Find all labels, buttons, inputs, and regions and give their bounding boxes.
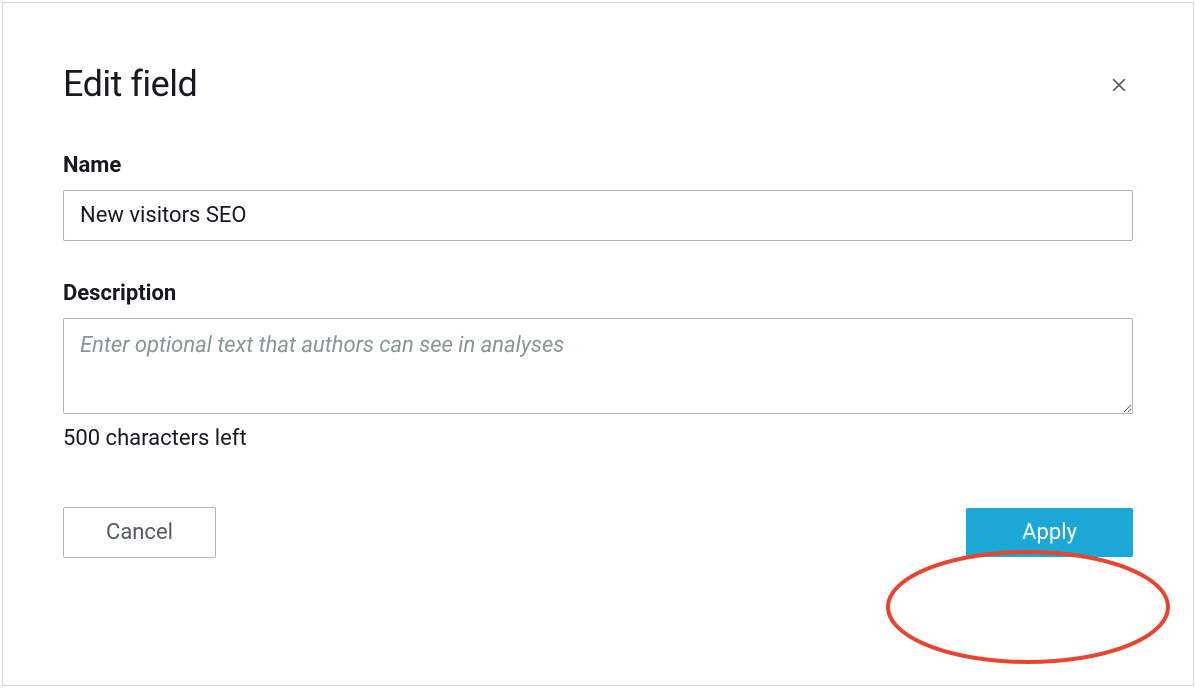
edit-field-dialog: Edit field Name Description 500 characte… bbox=[2, 2, 1194, 686]
annotation-ellipse bbox=[883, 547, 1173, 667]
name-label: Name bbox=[63, 153, 1133, 178]
close-button[interactable] bbox=[1105, 71, 1133, 99]
characters-left-text: 500 characters left bbox=[63, 426, 1133, 451]
description-label: Description bbox=[63, 281, 1133, 306]
name-field-group: Name bbox=[63, 153, 1133, 241]
dialog-title: Edit field bbox=[63, 63, 197, 105]
description-field-group: Description 500 characters left bbox=[63, 281, 1133, 451]
dialog-footer: Cancel Apply bbox=[63, 507, 1133, 558]
dialog-header: Edit field bbox=[63, 63, 1133, 105]
cancel-button[interactable]: Cancel bbox=[63, 507, 216, 558]
close-icon bbox=[1109, 75, 1129, 95]
apply-button[interactable]: Apply bbox=[966, 508, 1133, 557]
name-input[interactable] bbox=[63, 190, 1133, 241]
description-textarea[interactable] bbox=[63, 318, 1133, 414]
